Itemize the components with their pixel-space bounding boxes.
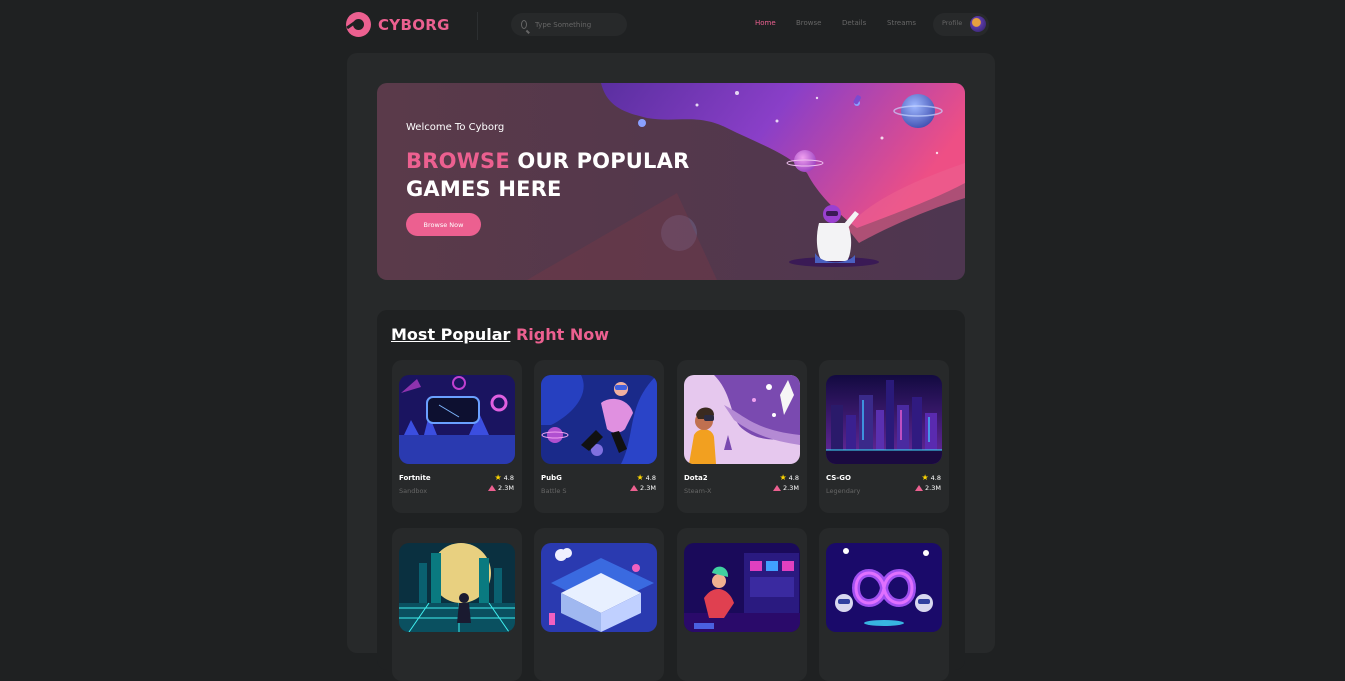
- download-icon: [773, 485, 782, 491]
- search-bar[interactable]: [511, 13, 627, 36]
- avatar: [970, 16, 986, 32]
- section-title-accent: Right Now: [515, 325, 609, 344]
- main-content: Welcome To Cyborg BROWSE OUR POPULAR GAM…: [347, 53, 995, 681]
- logo[interactable]: CYBORG: [346, 12, 450, 37]
- game-rating: ★ 4.8: [494, 473, 514, 483]
- game-card-dota2[interactable]: Dota2 Steam-X ★ 4.8 2.3M: [677, 360, 807, 513]
- search-icon: [521, 20, 527, 29]
- browse-now-button[interactable]: Browse Now: [406, 213, 481, 236]
- nav-home[interactable]: Home: [755, 19, 776, 27]
- game-rating: ★ 4.8: [636, 473, 656, 483]
- game-category: Battle S: [541, 487, 567, 495]
- game-card-fortnite[interactable]: Fortnite Sandbox ★ 4.8 2.3M: [392, 360, 522, 513]
- game-card-csgo[interactable]: CS-GO Legendary ★ 4.8 2.3M: [819, 360, 949, 513]
- game-downloads: 2.3M: [915, 484, 941, 492]
- nav-details[interactable]: Details: [842, 19, 866, 27]
- vr-isometric-art: [541, 543, 657, 632]
- game-downloads: 2.3M: [630, 484, 656, 492]
- floating-gamer-art: [541, 375, 657, 464]
- star-icon: ★: [921, 473, 929, 482]
- game-category: Sandbox: [399, 487, 428, 495]
- cyber-room-art: [684, 543, 800, 632]
- hero-banner: Welcome To Cyborg BROWSE OUR POPULAR GAM…: [377, 83, 965, 280]
- headline-line2: GAMES HERE: [406, 177, 562, 201]
- game-card-row2-3[interactable]: [677, 528, 807, 681]
- game-downloads: 2.3M: [773, 484, 799, 492]
- download-icon: [630, 485, 639, 491]
- nav-streams[interactable]: Streams: [887, 19, 916, 27]
- game-category: Steam-X: [684, 487, 712, 495]
- vr-headset-art: [399, 375, 515, 464]
- game-rating: ★ 4.8: [779, 473, 799, 483]
- headline-accent: BROWSE: [406, 149, 510, 173]
- search-input[interactable]: [533, 19, 627, 30]
- welcome-text: Welcome To Cyborg: [406, 122, 505, 133]
- game-card-row2-1[interactable]: [392, 528, 522, 681]
- game-rating: ★ 4.8: [921, 473, 941, 483]
- most-popular-section: Most Popular Right Now Fortnite Sandbox: [377, 310, 965, 681]
- star-icon: ★: [779, 473, 787, 482]
- section-title-main: Most Popular: [391, 325, 511, 344]
- vr-space-art: [684, 375, 800, 464]
- game-downloads: 2.3M: [488, 484, 514, 492]
- brand-name: CYBORG: [378, 15, 450, 34]
- headline-line1: OUR POPULAR: [509, 149, 690, 173]
- profile-button[interactable]: Profile: [933, 13, 989, 36]
- game-card-row2-4[interactable]: [819, 528, 949, 681]
- game-card-pubg[interactable]: PubG Battle S ★ 4.8 2.3M: [534, 360, 664, 513]
- game-name: Fortnite: [399, 474, 431, 482]
- download-icon: [915, 485, 924, 491]
- logo-icon: [346, 12, 371, 37]
- star-icon: ★: [494, 473, 502, 482]
- header-divider: [477, 12, 478, 40]
- infinity-robots-art: [826, 543, 942, 632]
- star-icon: ★: [636, 473, 644, 482]
- banner-headline: BROWSE OUR POPULAR GAMES HERE: [406, 147, 689, 203]
- download-icon: [488, 485, 497, 491]
- game-card-row2-2[interactable]: [534, 528, 664, 681]
- top-header: CYBORG Home Browse Details Streams Profi…: [0, 0, 1345, 50]
- neon-city-art: [826, 375, 942, 464]
- section-title: Most Popular Right Now: [391, 325, 609, 344]
- game-name: CS-GO: [826, 474, 851, 482]
- game-name: Dota2: [684, 474, 708, 482]
- game-category: Legendary: [826, 487, 861, 495]
- neon-skater-art: [399, 543, 515, 632]
- nav-browse[interactable]: Browse: [796, 19, 822, 27]
- game-name: PubG: [541, 474, 562, 482]
- profile-label: Profile: [942, 19, 963, 27]
